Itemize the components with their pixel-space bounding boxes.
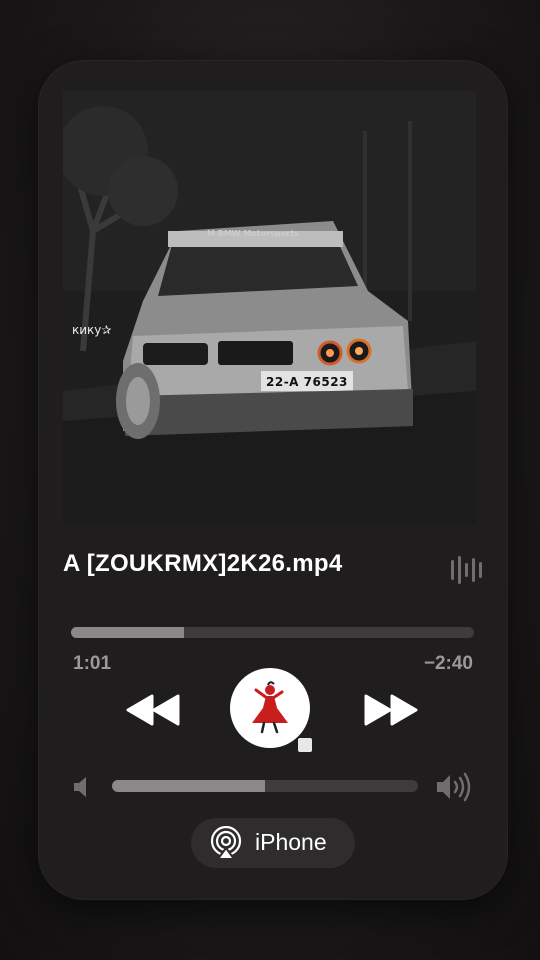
dancer-icon: [252, 681, 288, 734]
track-title[interactable]: A [ZOUKRMX]2K26.mp4: [63, 550, 343, 578]
license-plate: 22-A 76523: [266, 375, 348, 389]
fast-forward-button[interactable]: [360, 690, 420, 730]
output-device-label: iPhone: [255, 829, 327, 855]
progress-scrubber[interactable]: [71, 627, 474, 638]
progress-fill: [71, 627, 184, 638]
airplay-output-button[interactable]: iPhone: [191, 818, 355, 868]
waveform-icon[interactable]: [449, 554, 483, 586]
time-remaining: −2:40: [423, 653, 473, 674]
title-row: A [ZOUKRMX]2K26.mp4: [63, 550, 483, 590]
time-elapsed: 1:01: [73, 653, 112, 674]
play-corner-mark: [298, 738, 312, 752]
fast-forward-icon: [364, 694, 418, 726]
car-brand-strip: M BMW Motorsports: [207, 229, 299, 238]
album-artwork[interactable]: M BMW Motorsports 22-A 76523 кику✰: [63, 91, 476, 523]
volume-high-icon: [437, 772, 471, 802]
title-fade: [401, 550, 427, 590]
artwork-caption: кику✰: [72, 323, 112, 337]
rewind-button[interactable]: [124, 690, 184, 730]
rewind-icon: [126, 694, 180, 726]
volume-fill: [112, 780, 265, 792]
volume-slider[interactable]: [112, 780, 418, 792]
artwork-image: [63, 91, 476, 523]
airplay-icon: [210, 826, 242, 860]
volume-low-icon: [74, 777, 86, 797]
play-pause-button[interactable]: [230, 668, 312, 752]
now-playing-card: M BMW Motorsports 22-A 76523 кику✰ A [ZO…: [38, 60, 508, 900]
